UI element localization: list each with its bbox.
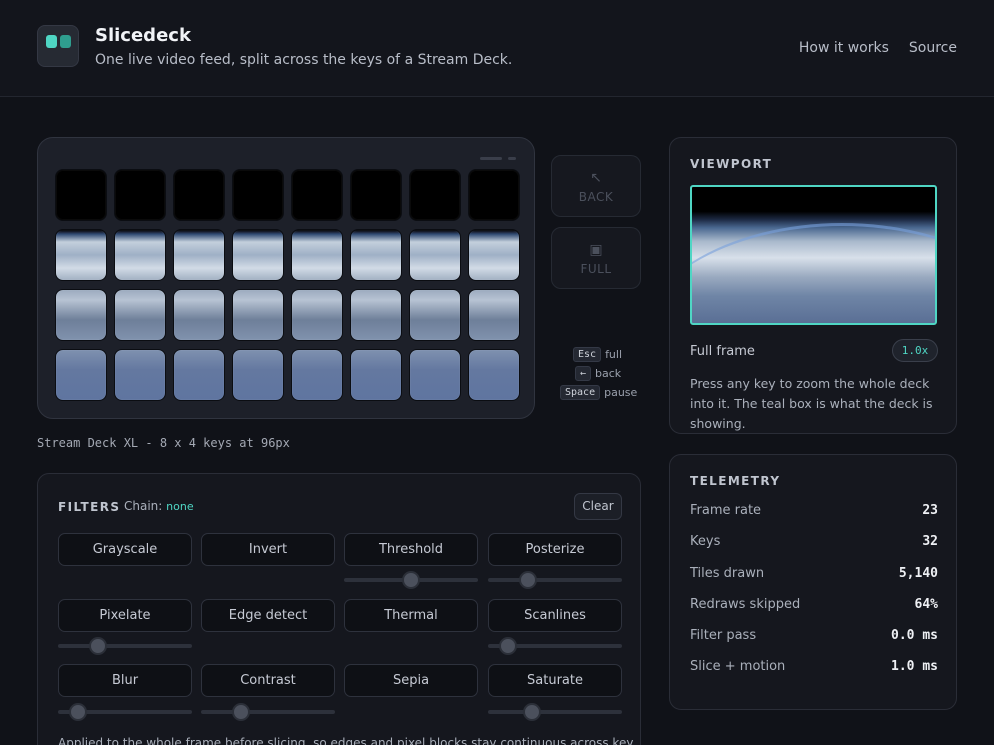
stream-deck (37, 137, 535, 419)
deck-key[interactable] (291, 169, 343, 221)
deck-key[interactable] (173, 289, 225, 341)
filter-saturate[interactable]: Saturate (488, 664, 622, 697)
square-icon: ▣ (589, 242, 603, 258)
hint-esc: Esc full (555, 345, 645, 364)
deck-key[interactable] (232, 169, 284, 221)
filter-blur[interactable]: Blur (58, 664, 192, 697)
filter-grayscale[interactable]: Grayscale (58, 533, 192, 566)
deck-key[interactable] (114, 169, 166, 221)
deck-key[interactable] (55, 289, 107, 341)
filter-contrast[interactable]: Contrast (201, 664, 335, 697)
back-button[interactable]: ↖ BACK (551, 155, 641, 217)
deck-indicator (480, 157, 502, 160)
deck-key[interactable] (232, 289, 284, 341)
hint-back: ← back (555, 364, 645, 383)
deck-key[interactable] (350, 349, 402, 401)
deck-key[interactable] (409, 229, 461, 281)
app-subtitle: One live video feed, split across the ke… (95, 52, 513, 68)
deck-indicator (508, 157, 516, 160)
filter-sepia[interactable]: Sepia (344, 664, 478, 697)
nav-source[interactable]: Source (909, 40, 957, 56)
posterize-slider[interactable] (488, 570, 622, 590)
zoom-level-badge: 1.0x (892, 339, 938, 362)
telemetry-row: Filter pass 0.0 ms (690, 628, 938, 643)
deck-key[interactable] (232, 229, 284, 281)
full-button[interactable]: ▣ FULL (551, 227, 641, 289)
telemetry-row: Redraws skipped 64% (690, 597, 938, 612)
app-logo-icon (37, 25, 79, 67)
telemetry-title: TELEMETRY (690, 474, 781, 488)
filter-threshold[interactable]: Threshold (344, 533, 478, 566)
viewport-title: VIEWPORT (690, 157, 773, 171)
deck-key[interactable] (173, 349, 225, 401)
blur-slider[interactable] (58, 702, 192, 722)
telemetry-row: Slice + motion 1.0 ms (690, 659, 938, 674)
viewport-panel: VIEWPORT Full frame 1.0x Press any key t… (669, 137, 957, 434)
deck-key[interactable] (409, 349, 461, 401)
deck-key[interactable] (55, 349, 107, 401)
slider-thumb[interactable] (519, 571, 538, 589)
keyboard-hints: Esc full ← back Space pause (555, 345, 645, 402)
slider-thumb[interactable] (69, 703, 88, 721)
deck-key[interactable] (409, 289, 461, 341)
viewport-label: Full frame (690, 344, 755, 359)
filter-invert[interactable]: Invert (201, 533, 335, 566)
slider-thumb[interactable] (89, 637, 108, 655)
arrow-up-left-icon: ↖ (590, 170, 602, 186)
deck-key[interactable] (291, 349, 343, 401)
filter-edge-detect[interactable]: Edge detect (201, 599, 335, 632)
filters-panel: FILTERS Chain: none Clear Grayscale Inve… (37, 473, 641, 745)
deck-key[interactable] (350, 229, 402, 281)
deck-key[interactable] (468, 169, 520, 221)
filters-title: FILTERS (58, 500, 121, 514)
deck-key[interactable] (409, 169, 461, 221)
filter-thermal[interactable]: Thermal (344, 599, 478, 632)
deck-key[interactable] (232, 349, 284, 401)
deck-key[interactable] (114, 229, 166, 281)
viewport-description: Press any key to zoom the whole deck int… (690, 376, 933, 431)
telemetry-panel: TELEMETRY Frame rate 23 Keys 32 Tiles draw… (669, 454, 957, 710)
telemetry-row: Keys 32 (690, 534, 938, 549)
deck-key[interactable] (468, 349, 520, 401)
deck-key[interactable] (173, 229, 225, 281)
app-header: Slicedeck One live video feed, split acr… (0, 0, 994, 97)
clear-button[interactable]: Clear (574, 493, 622, 520)
saturate-slider[interactable] (488, 702, 622, 722)
filter-chain-value: none (166, 500, 194, 513)
nav-how-it-works[interactable]: How it works (799, 40, 889, 56)
telemetry-row: Tiles drawn 5,140 (690, 566, 938, 581)
threshold-slider[interactable] (344, 570, 478, 590)
deck-caption: Stream Deck XL - 8 x 4 keys at 96px (37, 436, 290, 450)
deck-key[interactable] (114, 349, 166, 401)
filters-note: Applied to the whole frame before slicin… (58, 736, 634, 745)
filter-pixelate[interactable]: Pixelate (58, 599, 192, 632)
hint-space: Space pause (555, 383, 645, 402)
deck-key[interactable] (55, 229, 107, 281)
deck-key[interactable] (350, 169, 402, 221)
filter-posterize[interactable]: Posterize (488, 533, 622, 566)
deck-key-grid (55, 169, 520, 401)
slider-thumb[interactable] (523, 703, 542, 721)
slider-thumb[interactable] (402, 571, 420, 589)
telemetry-row: Frame rate 23 (690, 503, 938, 518)
pixelate-slider[interactable] (58, 636, 192, 656)
slider-thumb[interactable] (232, 703, 251, 721)
deck-key[interactable] (173, 169, 225, 221)
deck-key[interactable] (468, 289, 520, 341)
viewport-preview[interactable] (690, 185, 937, 325)
scanlines-slider[interactable] (488, 636, 622, 656)
deck-key[interactable] (55, 169, 107, 221)
deck-key[interactable] (114, 289, 166, 341)
filter-scanlines[interactable]: Scanlines (488, 599, 622, 632)
deck-key[interactable] (291, 229, 343, 281)
deck-key[interactable] (291, 289, 343, 341)
filter-chain: Chain: none (124, 499, 194, 513)
contrast-slider[interactable] (201, 702, 335, 722)
top-nav: How it works Source (799, 40, 957, 56)
deck-key[interactable] (350, 289, 402, 341)
app-title: Slicedeck (95, 25, 191, 46)
deck-key[interactable] (468, 229, 520, 281)
slider-thumb[interactable] (499, 637, 518, 655)
